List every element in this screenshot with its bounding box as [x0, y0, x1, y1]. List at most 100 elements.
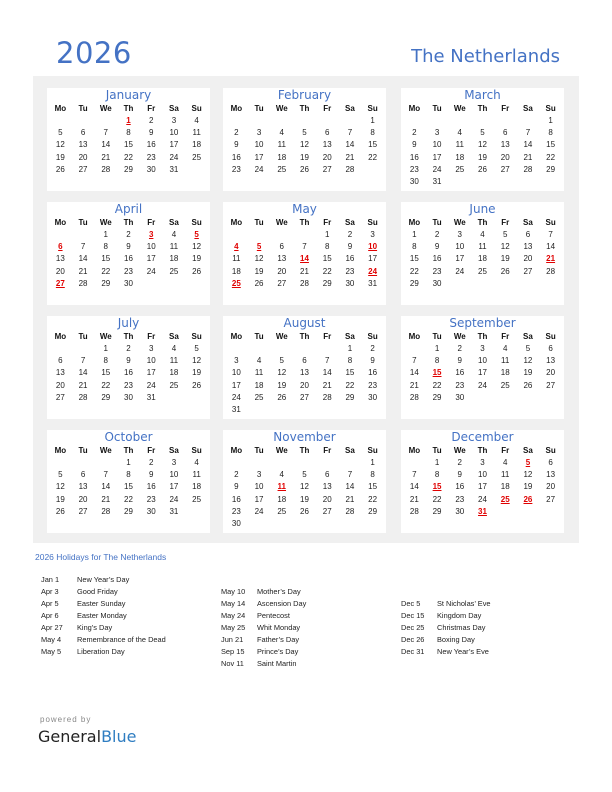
month-may: May Mo Tu We Th Fr Sa Su 1 2 3 4 5 6 7 8 9 10 11 12 13 14 15 16…: [223, 202, 386, 305]
day-cell: 30: [231, 518, 241, 528]
day-cell: 19: [300, 152, 309, 162]
day-cell: 8: [370, 470, 375, 480]
day-cell: 23: [455, 380, 465, 390]
day-cell: 29: [124, 164, 133, 174]
day-cell: 31: [432, 176, 442, 186]
day-cell: 30: [124, 392, 133, 402]
weekday-header: Mo: [54, 332, 67, 341]
day-cell: 15: [546, 140, 556, 150]
day-cell: 22: [368, 152, 378, 162]
day-cell: 26: [192, 266, 202, 276]
day-cell: 30: [368, 392, 378, 402]
holiday-item: Dec 31 New Year’s Eve: [401, 646, 491, 658]
weekday-header: Mo: [230, 218, 243, 227]
day-cell: 21: [523, 152, 533, 162]
holiday-day-cell: 26: [523, 494, 533, 504]
holiday-item: May 4 Remembrance of the Dead: [41, 634, 166, 646]
month-june: June Mo Tu We Th Fr Sa Su 1 2 3 4 5 6 7 8 9 10 11 12 13 14 15 1…: [401, 202, 564, 305]
day-cell: 22: [101, 266, 111, 276]
holiday-name: King’s Day: [77, 623, 113, 632]
weekday-header: Sa: [523, 332, 533, 341]
day-cell: 4: [480, 230, 485, 239]
empty-cell: [270, 343, 293, 355]
holiday-date: Dec 5: [401, 599, 421, 608]
day-cell: 1: [347, 344, 353, 353]
holiday-date: May 24: [221, 611, 246, 620]
day-cell: 29: [546, 164, 556, 174]
day-cell: 29: [409, 278, 419, 288]
day-cell: 30: [124, 278, 133, 288]
day-cell: 30: [146, 506, 156, 516]
day-cell: 10: [432, 140, 442, 150]
day-cell: 8: [126, 470, 131, 480]
empty-cell: [248, 229, 271, 241]
holiday-name: Good Friday: [77, 587, 118, 596]
day-cell: 6: [279, 242, 284, 252]
weekday-header: Tu: [78, 218, 88, 227]
holiday-day-cell: 6: [58, 242, 63, 252]
day-cell: 28: [409, 506, 419, 516]
day-cell: 3: [148, 344, 154, 353]
day-cell: 28: [409, 392, 419, 402]
month-november: November Mo Tu We Th Fr Sa Su 1 2 3 4 5 6 7 8 9 10 11 12 13 1…: [223, 430, 386, 533]
weekday-header: Fr: [323, 218, 332, 227]
weekday-header: Su: [545, 218, 556, 227]
day-cell: 2: [434, 230, 440, 239]
holiday-item: Apr 3 Good Friday: [41, 586, 166, 598]
weekday-header: Th: [477, 218, 488, 227]
day-cell: 31: [368, 278, 378, 288]
day-cell: 11: [192, 470, 201, 480]
holidays-title: 2026 Holidays for The Netherlands: [35, 552, 167, 562]
day-cell: 17: [169, 140, 179, 150]
empty-cell: [94, 115, 117, 127]
day-cell: 21: [322, 380, 332, 390]
day-cell: 28: [345, 164, 355, 174]
empty-cell: [339, 115, 362, 127]
day-cell: 24: [432, 164, 442, 174]
day-cell: 7: [525, 128, 531, 138]
empty-cell: [270, 115, 293, 127]
holiday-name: New Year’s Day: [77, 575, 130, 584]
day-cell: 14: [345, 482, 355, 492]
day-cell: 11: [169, 356, 179, 366]
day-cell: 6: [548, 458, 553, 467]
day-cell: 11: [455, 140, 464, 150]
day-cell: 19: [277, 380, 287, 390]
day-cell: 24: [169, 494, 179, 504]
day-cell: 4: [194, 458, 199, 467]
day-cell: 13: [322, 140, 332, 150]
day-cell: 14: [101, 140, 111, 150]
weekday-header: Su: [367, 446, 378, 455]
holiday-date: May 10: [221, 587, 246, 596]
day-cell: 23: [124, 266, 133, 276]
day-cell: 27: [78, 506, 88, 516]
day-cell: 12: [523, 356, 533, 366]
day-cell: 26: [55, 506, 65, 516]
holiday-day-cell: 27: [55, 278, 65, 288]
weekday-header: Fr: [501, 332, 510, 341]
day-cell: 12: [300, 482, 309, 492]
day-cell: 18: [192, 482, 202, 492]
day-cell: 17: [432, 152, 442, 162]
day-cell: 26: [192, 380, 202, 390]
weekday-header: Th: [477, 104, 488, 113]
weekday-header: Th: [123, 104, 134, 113]
day-cell: 11: [169, 242, 179, 252]
day-cell: 2: [457, 344, 462, 353]
day-cell: 10: [478, 470, 487, 480]
weekday-header: Sa: [345, 332, 355, 341]
weekday-header: Th: [299, 218, 310, 227]
day-cell: 4: [171, 230, 177, 239]
weekday-header: Tu: [254, 218, 264, 227]
holiday-day-cell: 1: [126, 116, 131, 125]
day-cell: 20: [78, 494, 88, 504]
day-cell: 10: [169, 128, 179, 138]
calendar-year: 2026: [56, 36, 132, 70]
day-cell: 26: [478, 164, 487, 174]
holiday-name: Father’s Day: [257, 635, 300, 644]
day-cell: 25: [192, 152, 202, 162]
day-cell: 17: [478, 482, 487, 492]
weekday-header: Fr: [147, 218, 156, 227]
day-cell: 22: [409, 266, 419, 276]
holiday-item: Dec 25 Christmas Day: [401, 622, 491, 634]
